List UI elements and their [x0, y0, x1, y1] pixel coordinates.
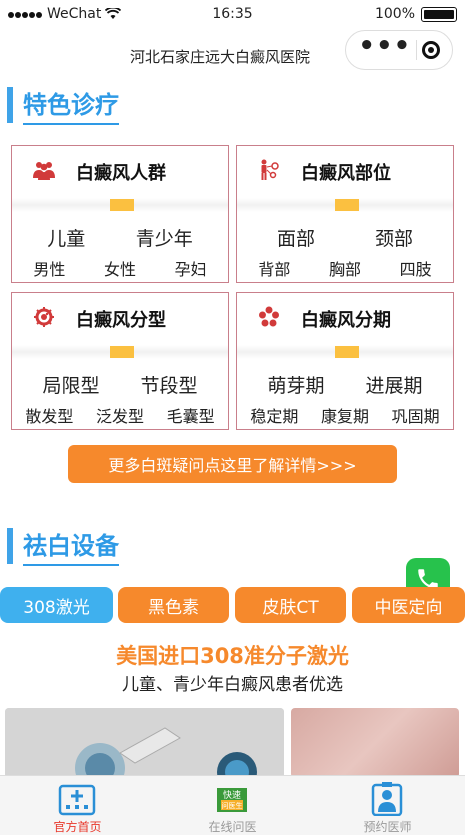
section-title-text: 特色诊疗: [23, 85, 119, 125]
card-tag[interactable]: 萌芽期: [267, 371, 324, 398]
tab-melanin[interactable]: 黑色素: [118, 587, 229, 623]
card-tag[interactable]: 孕妇: [175, 256, 207, 280]
hospital-icon: [58, 784, 96, 816]
consult-badge-top: 快速: [223, 789, 241, 801]
card-tag[interactable]: 胸部: [329, 256, 361, 280]
card-tag[interactable]: 儿童: [47, 224, 85, 251]
people-icon: [33, 162, 55, 180]
card-tag[interactable]: 面部: [277, 224, 315, 251]
flower-icon: [259, 306, 279, 327]
virus-icon: [34, 307, 54, 327]
section-title-equipment: 祛白设备: [7, 526, 119, 566]
card-type[interactable]: 白癜风分型 局限型 节段型 散发型 泛发型 毛囊型: [11, 292, 229, 430]
tabbar-label: 在线问医: [208, 820, 257, 834]
equipment-subline: 儿童、青少年白癜风患者优选: [122, 675, 343, 695]
doctor-icon: [371, 782, 403, 816]
skin-photo-image: [291, 708, 459, 778]
battery-level: 100%: [374, 6, 415, 22]
consult-badge-bottom: 问医生: [222, 801, 243, 810]
page-title: 河北石家庄远大白癜风医院: [130, 48, 311, 66]
status-bar: WeChat 16:35 100%: [0, 0, 465, 30]
card-tag[interactable]: 女性: [104, 256, 136, 280]
learn-more-button[interactable]: 更多白斑疑问点这里了解详情>>>: [68, 445, 397, 483]
card-header: 白癜风分型: [12, 293, 228, 343]
card-title: 白癜风分型: [76, 310, 166, 331]
tabbar-home[interactable]: 官方首页: [0, 776, 155, 835]
tab-tcm[interactable]: 中医定向: [352, 587, 465, 623]
battery-icon: [421, 6, 457, 22]
card-title: 白癜风分期: [301, 310, 391, 331]
card-title: 白癜风人群: [76, 163, 166, 184]
section-accent-bar: [7, 87, 13, 123]
equipment-headline: 美国进口308准分子激光: [116, 644, 349, 668]
card-tag[interactable]: 颈部: [375, 224, 413, 251]
tabbar-doctor[interactable]: 预约医师: [310, 776, 465, 835]
card-location[interactable]: 白癜风部位 面部 颈部 背部 胸部 四肢: [236, 145, 454, 283]
bottom-tab-bar: 官方首页 快速 问医生 在线问医 预约医师: [0, 775, 465, 835]
card-tag[interactable]: 泛发型: [96, 403, 144, 427]
tabbar-label: 官方首页: [53, 820, 102, 834]
card-pill: [335, 346, 359, 358]
card-tag[interactable]: 进展期: [365, 371, 422, 398]
close-target-icon[interactable]: [421, 41, 440, 59]
card-tag[interactable]: 康复期: [321, 403, 369, 427]
more-menu-icon[interactable]: •••: [358, 33, 411, 59]
tab-skin-ct[interactable]: 皮肤CT: [235, 587, 346, 623]
card-tag[interactable]: 节段型: [140, 371, 197, 398]
tabbar-consult[interactable]: 快速 问医生 在线问医: [155, 776, 310, 835]
tab-308-laser[interactable]: 308激光: [0, 587, 113, 623]
card-tag[interactable]: 青少年: [136, 224, 193, 251]
nav-bar: 河北石家庄远大白癜风医院 •••: [0, 30, 465, 80]
card-tag[interactable]: 背部: [258, 256, 290, 280]
card-header: 白癜风人群: [12, 146, 228, 196]
card-title: 白癜风部位: [301, 163, 391, 184]
card-pill: [110, 346, 134, 358]
card-stage[interactable]: 白癜风分期 萌芽期 进展期 稳定期 康复期 巩固期: [236, 292, 454, 430]
laser-device-graphic: [5, 708, 284, 778]
laser-device-image: [5, 708, 284, 778]
card-tag[interactable]: 局限型: [42, 371, 99, 398]
card-pill: [335, 199, 359, 211]
card-header: 白癜风部位: [237, 146, 453, 196]
card-population[interactable]: 白癜风人群 儿童 青少年 男性 女性 孕妇: [11, 145, 229, 283]
section-accent-bar: [7, 528, 13, 564]
card-tag[interactable]: 四肢: [400, 256, 432, 280]
body-part-icon: [261, 159, 279, 180]
section-title-text: 祛白设备: [23, 526, 119, 566]
card-pill: [110, 199, 134, 211]
card-tag[interactable]: 巩固期: [392, 403, 440, 427]
equipment-tabs: 308激光 黑色素 皮肤CT 中医定向: [0, 587, 465, 623]
mini-program-capsule: •••: [345, 30, 453, 70]
card-tag[interactable]: 散发型: [25, 403, 73, 427]
card-header: 白癜风分期: [237, 293, 453, 343]
card-tag[interactable]: 稳定期: [250, 403, 298, 427]
card-tag[interactable]: 男性: [33, 256, 65, 280]
capsule-divider: [415, 40, 417, 60]
tabbar-label: 预约医师: [363, 820, 412, 834]
section-title-features: 特色诊疗: [7, 85, 119, 125]
card-tag[interactable]: 毛囊型: [167, 403, 215, 427]
consult-icon: 快速问医生: [217, 788, 247, 812]
